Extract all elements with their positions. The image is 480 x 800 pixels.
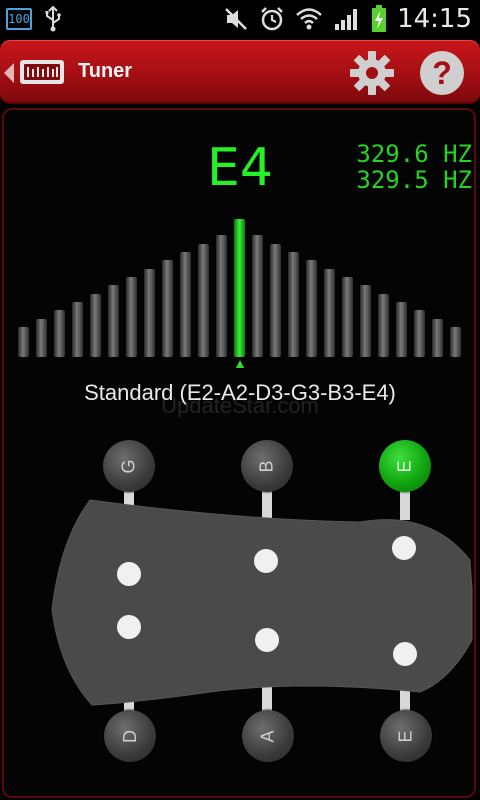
meter-bar: [252, 235, 263, 357]
meter-bar: [126, 277, 137, 357]
meter-bar: [360, 285, 371, 357]
meter-bar: [378, 294, 389, 357]
meter-bar: [342, 277, 353, 357]
meter-bar: [72, 302, 83, 357]
meter-bar: [180, 252, 191, 357]
meter-bar: [216, 235, 227, 357]
peg-string-g[interactable]: G: [103, 440, 155, 492]
meter-bar: [162, 260, 173, 357]
meter-bar: [432, 319, 443, 357]
peg-string-d[interactable]: D: [104, 710, 156, 762]
peg-string-b[interactable]: B: [241, 440, 293, 492]
tuner-hole: [254, 549, 278, 573]
meter-bar: [36, 319, 47, 357]
tuner-hole: [255, 628, 279, 652]
meter-bar: [396, 302, 407, 357]
tuner-hole: [393, 642, 417, 666]
meter-bar: [288, 252, 299, 357]
meter-bar-active: [234, 219, 245, 357]
peg-string-high-e[interactable]: E: [379, 440, 431, 492]
meter-bar: [90, 294, 101, 357]
peg-label: E: [395, 729, 416, 743]
tuning-preset[interactable]: Standard (E2-A2-D3-G3-B3-E4): [0, 380, 480, 406]
peg-string-a[interactable]: A: [242, 710, 294, 762]
peg-label: D: [119, 729, 140, 743]
meter-center-marker: [236, 360, 244, 368]
meter-bar: [450, 327, 461, 357]
meter-bar: [54, 310, 65, 357]
meter-bar: [144, 269, 155, 357]
peg-string-low-e[interactable]: E: [380, 710, 432, 762]
meter-bar: [270, 244, 281, 357]
meter-bar: [18, 327, 29, 357]
meter-bar: [306, 260, 317, 357]
meter-bar: [324, 269, 335, 357]
tuning-meter: [18, 219, 461, 368]
tuner-hole: [117, 615, 141, 639]
meter-bar: [198, 244, 209, 357]
meter-bar: [414, 310, 425, 357]
peg-label: G: [118, 458, 139, 474]
headstock-body: [51, 499, 473, 706]
peg-label: B: [256, 459, 277, 473]
peg-label: E: [394, 459, 415, 473]
peg-label: A: [257, 729, 278, 743]
tuner-hole: [117, 562, 141, 586]
tuner-hole: [392, 536, 416, 560]
meter-bar: [108, 285, 119, 357]
